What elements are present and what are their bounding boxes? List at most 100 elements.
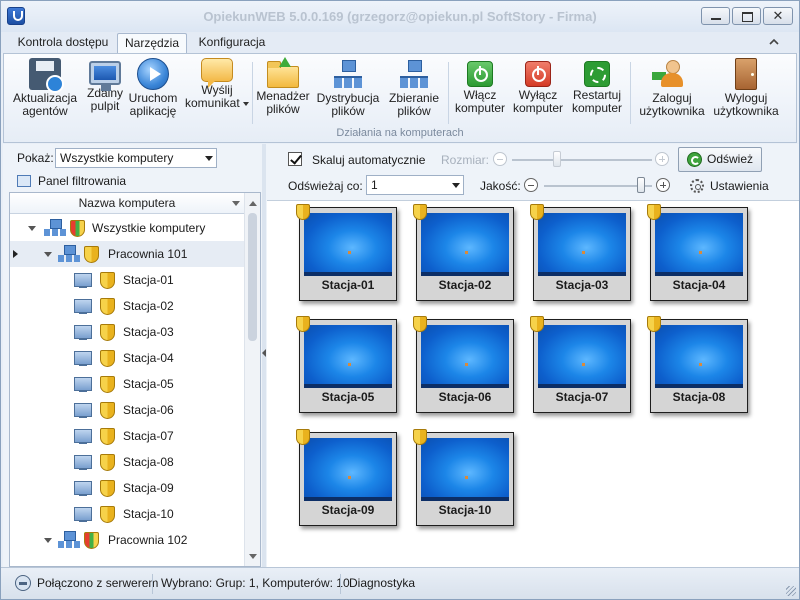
- scroll-down-icon[interactable]: [249, 554, 257, 559]
- power-on-button[interactable]: Włącz komputer: [452, 58, 508, 122]
- show-filter-select[interactable]: Wszystkie komputery: [55, 148, 217, 168]
- tree-item-computer[interactable]: Stacja-02: [10, 293, 244, 319]
- tree-item-computer[interactable]: Stacja-08: [10, 449, 244, 475]
- tree-item-computer[interactable]: Stacja-10: [10, 501, 244, 527]
- file-distribution-button[interactable]: Dystrybucja plików: [316, 58, 380, 122]
- logout-user-button[interactable]: Wyloguj użytkownika: [708, 58, 784, 122]
- login-user-button[interactable]: Zaloguj użytkownika: [632, 58, 712, 122]
- tree-item-pracownia-101[interactable]: Pracownia 101: [10, 241, 244, 267]
- thumbnail-label: Stacja-03: [555, 278, 609, 292]
- computer-thumbnail[interactable]: Stacja-07: [530, 316, 631, 413]
- computer-icon: [74, 297, 96, 315]
- desktop-preview: [421, 325, 509, 388]
- update-agents-button[interactable]: Aktualizacja agentów: [10, 58, 80, 122]
- tree-item-computer[interactable]: Stacja-09: [10, 475, 244, 501]
- sort-icon: [232, 201, 240, 206]
- tree-item-computer[interactable]: Stacja-05: [10, 371, 244, 397]
- shield-icon: [100, 402, 115, 419]
- network-group-icon: [58, 245, 80, 263]
- tree-item-computer[interactable]: Stacja-03: [10, 319, 244, 345]
- send-message-button[interactable]: Wyślij komunikat: [184, 58, 250, 122]
- computer-icon: [74, 453, 96, 471]
- computer-icon: [74, 401, 96, 419]
- refresh-button[interactable]: Odśwież: [678, 147, 762, 172]
- computer-icon: [74, 505, 96, 523]
- column-header-computer-name[interactable]: Nazwa komputera: [10, 193, 244, 214]
- quality-slider-thumb[interactable]: [637, 177, 646, 193]
- expand-icon[interactable]: [44, 538, 52, 543]
- chevron-down-icon: [452, 183, 460, 188]
- tab-konfiguracja[interactable]: Konfiguracja: [193, 33, 271, 53]
- file-collection-button[interactable]: Zbieranie plików: [384, 58, 444, 122]
- tree-item-computer[interactable]: Stacja-01: [10, 267, 244, 293]
- folder-icon: [267, 57, 299, 88]
- ribbon-collapse-icon[interactable]: [767, 36, 781, 48]
- network-distribute-icon: [332, 58, 364, 90]
- scale-auto-label: Skaluj automatycznie: [312, 153, 426, 167]
- show-filter-value: Wszystkie komputery: [60, 151, 174, 165]
- tree-item-pracownia-102[interactable]: Pracownia 102: [10, 527, 244, 553]
- expand-icon[interactable]: [44, 252, 52, 257]
- tab-narzedzia[interactable]: Narzędzia: [117, 33, 187, 53]
- computer-thumbnail[interactable]: Stacja-02: [413, 204, 514, 301]
- scroll-up-icon[interactable]: [249, 201, 257, 206]
- taskbar-preview: [421, 384, 509, 388]
- run-application-button[interactable]: Uruchom aplikację: [128, 58, 178, 122]
- size-slider-track[interactable]: [512, 159, 652, 161]
- computer-thumbnail[interactable]: Stacja-06: [413, 316, 514, 413]
- computer-thumbnail[interactable]: Stacja-05: [296, 316, 397, 413]
- tree-item-computer[interactable]: Stacja-04: [10, 345, 244, 371]
- computer-icon: [74, 323, 96, 341]
- minimize-button[interactable]: [701, 7, 730, 25]
- close-button[interactable]: ✕: [763, 7, 793, 25]
- button-label: Dystrybucja: [316, 91, 380, 105]
- scrollbar-thumb[interactable]: [248, 213, 257, 341]
- maximize-button[interactable]: [732, 7, 761, 25]
- size-increase-button[interactable]: [655, 152, 669, 166]
- resize-grip[interactable]: [786, 586, 796, 596]
- tree-item-label: Stacja-02: [123, 299, 174, 313]
- tree-item-computer[interactable]: Stacja-07: [10, 423, 244, 449]
- thumbnail-label: Stacja-06: [438, 390, 492, 404]
- gear-icon[interactable]: [690, 179, 704, 193]
- size-decrease-button[interactable]: [493, 152, 507, 166]
- shield-icon: [413, 429, 427, 445]
- quality-decrease-button[interactable]: [524, 178, 538, 192]
- thumbnail-label: Stacja-09: [321, 503, 375, 517]
- computer-thumbnail[interactable]: Stacja-03: [530, 204, 631, 301]
- computer-thumbnail[interactable]: Stacja-09: [296, 429, 397, 526]
- settings-link[interactable]: Ustawienia: [710, 179, 769, 193]
- refresh-interval-select[interactable]: 1: [366, 175, 464, 195]
- tree-item-all-computers[interactable]: Wszystkie komputery: [10, 215, 244, 241]
- button-label: użytkownika: [639, 104, 705, 118]
- tree-scrollbar[interactable]: [244, 193, 260, 566]
- diagnostics-link[interactable]: Diagnostyka: [349, 576, 415, 590]
- computer-thumbnail[interactable]: Stacja-10: [413, 429, 514, 526]
- file-manager-button[interactable]: Menadżer plików: [254, 57, 312, 122]
- computer-thumbnail[interactable]: Stacja-01: [296, 204, 397, 301]
- tree-item-label: Stacja-07: [123, 429, 174, 443]
- shield-icon: [296, 429, 310, 445]
- tab-kontrola-dostepu[interactable]: Kontrola dostępu: [11, 33, 115, 53]
- computer-thumbnail[interactable]: Stacja-08: [647, 316, 748, 413]
- quality-increase-button[interactable]: [656, 178, 670, 192]
- computer-thumbnail[interactable]: Stacja-04: [647, 204, 748, 301]
- server-connection-icon: [15, 575, 31, 591]
- restart-button[interactable]: Restartuj komputer: [568, 58, 626, 122]
- tree-item-label: Pracownia 102: [108, 533, 188, 547]
- expand-icon[interactable]: [28, 226, 36, 231]
- column-header-label: Nazwa komputera: [78, 196, 176, 210]
- remote-desktop-button[interactable]: Zdalny pulpit: [82, 58, 128, 122]
- filter-panel-toggle[interactable]: Panel filtrowania: [17, 174, 126, 188]
- quality-slider-track[interactable]: [544, 185, 652, 187]
- power-off-button[interactable]: Wyłącz komputer: [510, 58, 566, 122]
- tree-item-label: Stacja-10: [123, 507, 174, 521]
- tree-item-computer[interactable]: Stacja-06: [10, 397, 244, 423]
- taskbar-preview: [538, 384, 626, 388]
- size-slider-thumb[interactable]: [553, 151, 561, 167]
- shield-icon: [530, 204, 544, 220]
- scale-auto-checkbox[interactable]: [288, 152, 302, 166]
- button-label: plików: [266, 102, 300, 116]
- shield-icon: [70, 220, 85, 237]
- taskbar-preview: [655, 384, 743, 388]
